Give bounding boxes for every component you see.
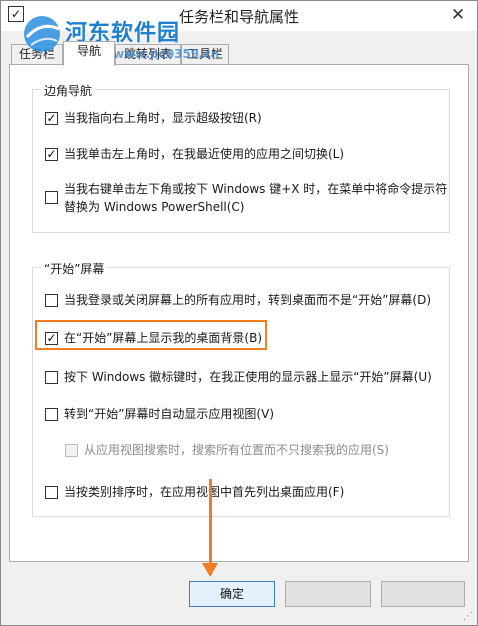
resize-grip-icon[interactable]: ⋰ [463, 611, 475, 623]
window-title: 任务栏和导航属性 [178, 8, 299, 26]
start-screen-group: “开始”屏幕 当我登录或关闭屏幕上的所有应用时，转到桌面而不是“开始”屏幕(D)… [32, 260, 450, 517]
checkbox [65, 444, 78, 457]
corner-navigation-group: 边角导航 ✓ 当我指向右上角时，显示超级按钮(R) ✓ 当我单击左上角时，在我最… [32, 82, 450, 233]
tab-jumplists[interactable]: 跳转列表 [115, 44, 181, 65]
cancel-button[interactable] [285, 581, 371, 607]
annotation-arrow-head [202, 563, 218, 577]
tab-navigation[interactable]: 导航 [63, 41, 115, 66]
option-label: 转到“开始”屏幕时自动显示应用视图(V) [64, 407, 275, 421]
annotation-arrow-line [209, 479, 212, 575]
tab-strip: 任务栏 导航 跳转列表 工具栏 [9, 41, 469, 66]
tab-toolbars[interactable]: 工具栏 [181, 44, 229, 65]
ok-button[interactable]: 确定 [189, 581, 275, 607]
option-label: 当我单击左上角时，在我最近使用的应用之间切换(L) [64, 147, 345, 161]
option-label-line2: 替换为 Windows PowerShell(C) [64, 200, 245, 214]
option-label: 当我右键单击左下角或按下 Windows 键+X 时，在菜单中将命令提示符 [64, 182, 448, 196]
navigation-panel: 边角导航 ✓ 当我指向右上角时，显示超级按钮(R) ✓ 当我单击左上角时，在我最… [9, 64, 469, 562]
checkbox[interactable] [45, 486, 58, 499]
corner-navigation-title: 边角导航 [41, 82, 96, 99]
checkbox[interactable]: ✓ [45, 112, 58, 125]
properties-dialog: ✓ 任务栏和导航属性 ✕ 任务栏 导航 跳转列表 工具栏 边角导航 ✓ 当我指向… [0, 0, 478, 626]
apply-button[interactable] [381, 581, 465, 607]
checkbox[interactable] [45, 191, 58, 204]
start-screen-title: “开始”屏幕 [41, 260, 108, 277]
highlight-box [35, 320, 267, 350]
checkbox[interactable]: ✓ [45, 148, 58, 161]
checkbox[interactable] [45, 371, 58, 384]
option-label: 当我登录或关闭屏幕上的所有应用时，转到桌面而不是“开始”屏幕(D) [64, 293, 432, 307]
option-label: 按下 Windows 徽标键时，在我正使用的显示器上显示“开始”屏幕(U) [64, 370, 432, 384]
option-label: 从应用视图搜索时，搜索所有位置而不只搜索我的应用(S) [84, 443, 389, 457]
option-label: 当按类别排序时，在应用视图中首先列出桌面应用(F) [64, 485, 345, 499]
option-label: 当我指向右上角时，显示超级按钮(R) [64, 111, 262, 125]
tab-taskbar[interactable]: 任务栏 [11, 44, 63, 65]
title-bar: ✓ 任务栏和导航属性 ✕ [1, 1, 477, 31]
checkbox[interactable] [45, 408, 58, 421]
checkbox[interactable] [45, 294, 58, 307]
close-button[interactable]: ✕ [445, 4, 471, 26]
